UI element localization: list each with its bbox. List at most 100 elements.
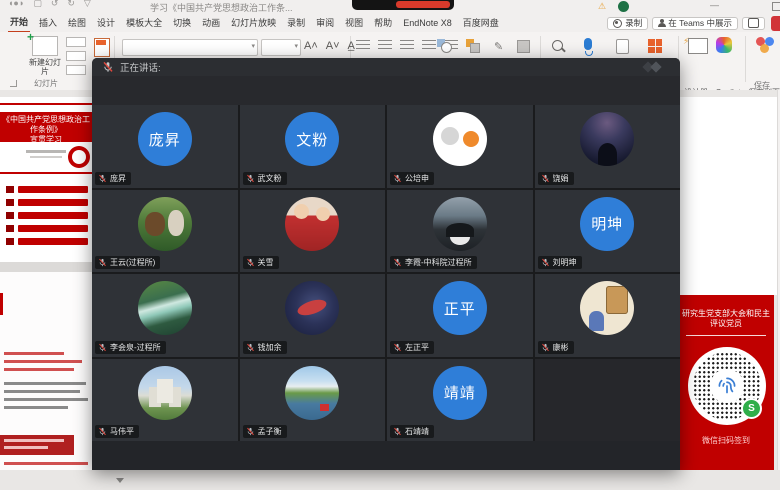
qr-caption: 微信扫码签到 [682, 435, 770, 446]
increase-indent-icon[interactable] [422, 40, 436, 52]
muted-mic-icon [541, 343, 550, 352]
minimize-button[interactable]: — [710, 0, 719, 10]
ribbon-tab[interactable]: 视图 [343, 14, 365, 32]
participant-name: 公培申 [405, 173, 429, 184]
participant-tile[interactable]: 康彬 [535, 274, 681, 357]
name-chip: 刘明坤 [538, 256, 582, 269]
font-size-buttons[interactable]: A˄ A˅ A̲ [304, 40, 355, 52]
participant-tile[interactable]: 庞昇 庞昇 [92, 105, 238, 188]
text-line [4, 406, 68, 409]
participant-name: 刘明坤 [553, 257, 577, 268]
share-button-partial[interactable] [771, 16, 780, 31]
view-layout-icons[interactable] [644, 62, 666, 72]
dictate-icon[interactable] [584, 38, 592, 50]
participant-tile[interactable]: 关雪 [240, 190, 386, 273]
powerpoint-titlebar: ◖●◗ ▢ ↺ ↻ ▽ 学习《中国共产党思想政治工作条... ⚠ — [0, 0, 780, 14]
avatar: 正平 [433, 281, 487, 335]
name-chip: 左正平 [390, 341, 434, 354]
ribbon-tab[interactable]: 绘图 [66, 14, 88, 32]
text-line [4, 368, 74, 371]
avatar [138, 281, 192, 335]
participant-tile[interactable]: 明坤 刘明坤 [535, 190, 681, 273]
slide-layout-buttons[interactable] [66, 37, 86, 75]
avatar [138, 366, 192, 420]
avatar-initials: 正平 [444, 298, 476, 319]
start-slideshow-icon[interactable]: ▽ [84, 0, 91, 9]
restore-button[interactable] [772, 2, 780, 11]
text-line [4, 382, 86, 385]
new-slide-label: 新建幻灯片 [28, 58, 62, 76]
layout-icon[interactable] [94, 38, 110, 57]
search-icon[interactable] [552, 40, 563, 51]
quick-styles-icon[interactable]: ✎ [494, 40, 503, 53]
avatar [433, 197, 487, 251]
decrease-indent-icon[interactable] [400, 40, 414, 52]
template-gallery-icon[interactable] [648, 39, 662, 53]
meeting-stop-share-button[interactable] [396, 1, 450, 8]
grow-font-icon[interactable]: A˄ [304, 40, 318, 52]
redo-icon[interactable]: ↻ [67, 0, 75, 9]
muted-mic-icon [246, 258, 255, 267]
baidu-netdisk-icon[interactable] [756, 37, 774, 53]
participant-tile[interactable]: 李霞-中科院过程所 [387, 190, 533, 273]
avatar: 靖靖 [433, 366, 487, 420]
muted-mic-icon [393, 258, 402, 267]
participant-tile[interactable]: 孟子衡 [240, 359, 386, 442]
meeting-header[interactable]: 正在讲话: [92, 58, 680, 76]
ribbon-tab[interactable]: 动画 [200, 14, 222, 32]
bullet-list-icon[interactable] [356, 40, 370, 52]
ribbon-tab[interactable]: EndNote X8 [401, 16, 454, 31]
avatar: 明坤 [580, 197, 634, 251]
participant-tile[interactable]: 靖靖 石靖靖 [387, 359, 533, 442]
record-button[interactable]: 录制 [607, 17, 648, 30]
ribbon-tab[interactable]: 插入 [37, 14, 59, 32]
text-line [4, 360, 82, 363]
shrink-font-icon[interactable]: A˅ [326, 40, 340, 52]
copilot-icon[interactable] [716, 37, 732, 53]
participant-tile[interactable]: 王云(过程所) [92, 190, 238, 273]
scroll-down-arrow[interactable] [116, 478, 124, 483]
numbered-list-icon[interactable] [378, 40, 392, 52]
muted-mic-icon [98, 343, 107, 352]
arrange-icon[interactable] [466, 39, 480, 53]
autosave-toggle-icon[interactable]: ◖●◗ [8, 0, 24, 9]
participant-tile[interactable]: 正平 左正平 [387, 274, 533, 357]
meeting-float-bar[interactable] [352, 0, 454, 10]
muted-mic-icon [102, 61, 114, 73]
ribbon-tab[interactable]: 切换 [171, 14, 193, 32]
clear-format-icon[interactable]: A̲ [348, 40, 355, 52]
font-name-select[interactable] [122, 39, 258, 56]
slide-title-line2: 宣贯学习 [0, 135, 92, 142]
new-slide-button[interactable]: 新建幻灯片 [24, 36, 66, 76]
font-size-select[interactable] [261, 39, 301, 56]
participant-tile[interactable]: 公培申 [387, 105, 533, 188]
dialog-launcher-icon[interactable] [10, 80, 17, 87]
name-chip: 公培申 [390, 172, 434, 185]
quick-access-toolbar[interactable]: ◖●◗ ▢ ↺ ↻ ▽ [8, 0, 91, 9]
designer-icon[interactable] [688, 38, 708, 54]
save-icon[interactable]: ▢ [33, 0, 42, 9]
participant-tile[interactable]: 饶娟 [535, 105, 681, 188]
undo-icon[interactable]: ↺ [51, 0, 59, 9]
sensitivity-icon[interactable] [616, 39, 629, 54]
shapes-icon[interactable] [437, 39, 452, 53]
muted-mic-icon [246, 343, 255, 352]
ribbon-tab[interactable]: 帮助 [372, 14, 394, 32]
participant-tile[interactable]: 钱加余 [240, 274, 386, 357]
slide-red-rule [0, 103, 92, 105]
present-in-teams-button[interactable]: 在 Teams 中展示 [652, 17, 738, 30]
wechat-badge-icon: S [741, 398, 762, 419]
ribbon-tab[interactable]: 百度网盘 [461, 14, 501, 32]
muted-mic-icon [393, 174, 402, 183]
comments-button[interactable] [742, 17, 765, 30]
participant-tile[interactable]: 李会泉-过程所 [92, 274, 238, 357]
ribbon-tab[interactable]: 录制 [285, 14, 307, 32]
ribbon-tab[interactable]: 幻灯片放映 [229, 14, 278, 32]
participant-tile[interactable]: 文粉 武文粉 [240, 105, 386, 188]
ribbon-tab[interactable]: 模板大全 [124, 14, 164, 32]
ribbon-tab[interactable]: 设计 [95, 14, 117, 32]
shape-fill-icon[interactable] [517, 40, 530, 53]
participant-tile[interactable]: 马伟平 [92, 359, 238, 442]
ribbon-tab[interactable]: 审阅 [314, 14, 336, 32]
account-avatar[interactable] [618, 1, 629, 12]
